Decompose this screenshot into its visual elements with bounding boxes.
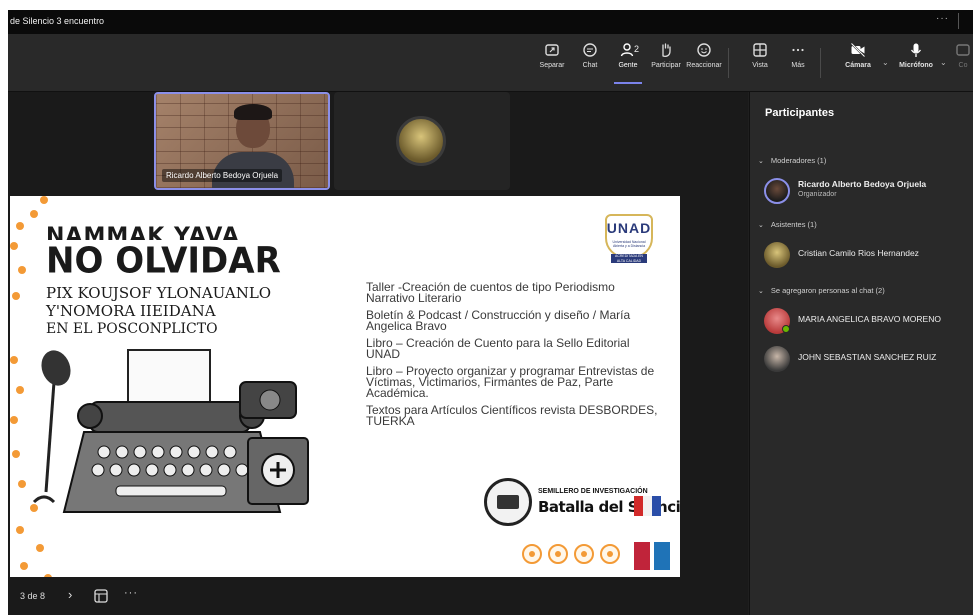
unad-wordmark: UNAD (606, 220, 652, 236)
typewriter-illustration (32, 349, 309, 513)
participant-row-attendee[interactable]: Cristian Camilo Rios Hernandez (764, 240, 973, 270)
share-icon (956, 44, 970, 56)
toolbar-divider (820, 48, 821, 78)
participant-avatar-tile[interactable] (334, 92, 510, 190)
poster-line-3: PIX KOUJSOF YLONAUANLO (46, 284, 272, 302)
raise-hand-icon (662, 43, 671, 57)
meeting-stage: Ricardo Alberto Bedoya Orjuela NAMMAK YA… (8, 92, 748, 589)
certification-badges (522, 542, 672, 572)
semillero-logo: SEMILLERO DE INVESTIGACIÓN Batalla del S… (484, 476, 680, 532)
camera-off-icon (850, 42, 866, 58)
presentation-controls: 3 de 8 › ··· (8, 577, 748, 615)
online-status-icon (782, 325, 790, 333)
microphone-options-chevron-icon[interactable]: ⌄ (940, 58, 947, 67)
grid-view-icon (753, 43, 767, 57)
mas-button[interactable]: Más (774, 42, 822, 84)
chevron-down-icon: ⌄ (758, 158, 764, 165)
participant-row-chat[interactable]: JOHN SEBASTIAN SANCHEZ RUIZ (764, 344, 973, 374)
video-participant-name: Ricardo Alberto Bedoya Orjuela (162, 169, 283, 182)
video-person-hair (234, 104, 272, 120)
participant-role: Organizador (798, 191, 837, 198)
poster-line-5: EN EL POSCONPLICTO (46, 321, 218, 337)
blue-shield-icon (654, 542, 670, 570)
unad-subtitle: Universidad Nacional Abierta y a Distanc… (612, 240, 646, 249)
microfono-button[interactable]: Micrófono (892, 42, 940, 84)
chevron-down-icon: ⌄ (758, 222, 764, 229)
share-button[interactable]: Co (948, 42, 973, 84)
smiley-icon (697, 43, 711, 57)
participant-avatar (396, 116, 446, 166)
chat-section-header[interactable]: ⌄ Se agregaron personas al chat (2) (758, 286, 885, 295)
avatar (764, 346, 790, 372)
slide-items-list: Taller -Creación de cuentos de tipo Peri… (366, 280, 666, 433)
people-count-badge: 2 (634, 44, 640, 54)
participant-video-tile[interactable]: Ricardo Alberto Bedoya Orjuela (154, 92, 330, 190)
slide-item: Libro – Creación de Cuento para la Sello… (366, 336, 630, 361)
poster-line-1: NAMMAK YAVA (46, 226, 240, 240)
badge-icon (548, 544, 568, 564)
shared-presentation-slide[interactable]: NAMMAK YAVA NO OLVIDAR PIX KOUJSOF YLONA… (10, 196, 680, 589)
unad-accreditation: ACREDITADA EN ALTA CALIDAD (611, 254, 647, 264)
poster-line-2: NO OLVIDAR (46, 240, 281, 282)
toolbar-divider (728, 48, 729, 78)
meeting-toolbar: Separar Chat 2 Gente Participar Reaccion… (8, 34, 973, 92)
badge-icon (522, 544, 542, 564)
slide-page-indicator: 3 de 8 (20, 591, 46, 601)
red-badge-icon (634, 542, 650, 570)
participants-panel: Participantes ⌄ Moderadores (1) Ricardo A… (749, 92, 973, 615)
semillero-emblem (484, 478, 532, 526)
unad-logo: UNAD Universidad Nacional Abierta y a Di… (597, 214, 661, 266)
participant-row-chat[interactable]: MARIA ANGELICA BRAVO MORENO (764, 306, 973, 336)
title-bar: de Silencio 3 encuentro ··· (8, 10, 973, 34)
moderators-section-header[interactable]: ⌄ Moderadores (1) (758, 156, 826, 165)
attendees-section-header[interactable]: ⌄ Asistentes (1) (758, 220, 817, 229)
microphone-icon (910, 43, 922, 57)
semillero-line-1: SEMILLERO DE INVESTIGACIÓN (538, 488, 648, 495)
pop-out-icon (545, 44, 559, 56)
participant-row-moderator[interactable]: Ricardo Alberto Bedoya Orjuela Organizad… (764, 176, 973, 206)
avatar (764, 242, 790, 268)
chevron-down-icon: ⌄ (758, 288, 764, 295)
badge-icon (574, 544, 594, 564)
window-more-icon[interactable]: ··· (936, 13, 949, 24)
slide-item: Boletín & Podcast / Construcción y diseñ… (366, 308, 631, 333)
avatar (764, 178, 790, 204)
poster-line-4: Y'NOMORA IIEIDANA (46, 302, 216, 320)
participant-name: JOHN SEBASTIAN SANCHEZ RUIZ (798, 352, 937, 362)
no-olvidar-poster: NAMMAK YAVA NO OLVIDAR PIX KOUJSOF YLONA… (24, 226, 324, 526)
title-divider (958, 13, 959, 29)
presentation-more-icon[interactable]: ··· (124, 587, 138, 599)
badge-icon (600, 544, 620, 564)
slide-item: Taller -Creación de cuentos de tipo Peri… (366, 280, 615, 305)
reaccionar-button[interactable]: Reaccionar (680, 42, 728, 84)
panel-title: Participantes (765, 107, 835, 119)
slide-item: Libro – Proyecto organizar y programar E… (366, 364, 655, 400)
meeting-title: de Silencio 3 encuentro (10, 16, 105, 26)
more-icon (792, 48, 804, 52)
slide-item: Textos para Artículos Científicos revist… (366, 403, 658, 428)
colombia-flag-icon (634, 496, 662, 516)
chat-icon (583, 43, 597, 57)
participant-name: Ricardo Alberto Bedoya Orjuela (798, 179, 927, 189)
next-slide-icon[interactable]: › (68, 587, 72, 602)
teams-window: de Silencio 3 encuentro ··· Separar Chat… (8, 10, 973, 615)
participant-name: Cristian Camilo Rios Hernandez (798, 248, 919, 258)
participant-name: MARIA ANGELICA BRAVO MORENO (798, 314, 941, 324)
camera-options-chevron-icon[interactable]: ⌄ (882, 58, 889, 67)
slide-overview-icon[interactable] (94, 589, 108, 603)
camara-button[interactable]: Cámara (834, 42, 882, 84)
